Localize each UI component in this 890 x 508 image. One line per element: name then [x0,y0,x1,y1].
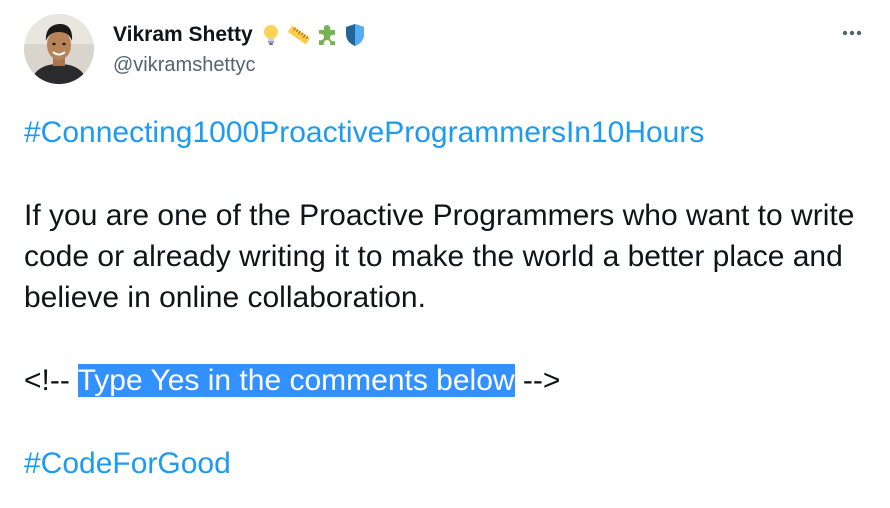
more-options-button[interactable] [834,16,870,50]
comment-open: <!-- [24,364,78,397]
author-handle[interactable]: @vikramshettyc [113,54,256,77]
hashtag-link-connecting[interactable]: #Connecting1000ProactiveProgrammersIn10H… [24,116,704,149]
author-display-name[interactable]: Vikram Shetty [113,23,253,47]
ruler-icon [287,23,311,47]
hashtag-link-codeforgood[interactable]: #CodeForGood [24,447,231,480]
tweet-paragraph: If you are one of the Proactive Programm… [24,199,855,314]
puzzle-piece-icon [315,23,339,47]
selected-text: Type Yes in the comments below [77,364,515,397]
tweet-card: Vikram Shetty @vikramshettyc #Connecting… [0,0,890,508]
light-bulb-icon [259,23,283,47]
shield-icon [343,23,367,47]
comment-line: <!-- Type Yes in the comments below --> [24,360,874,401]
comment-close: --> [514,364,561,397]
author-name-row: Vikram Shetty [113,20,369,50]
more-horizontal-icon [842,30,862,36]
avatar[interactable] [24,14,94,84]
tweet-text: #Connecting1000ProactiveProgrammersIn10H… [24,112,874,484]
